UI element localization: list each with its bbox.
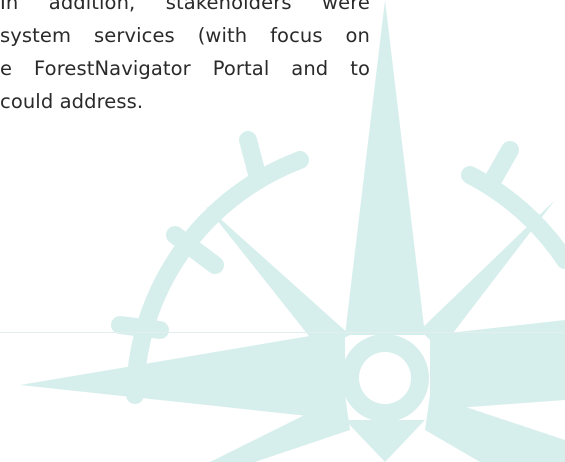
paragraph-line: In addition, stakeholders were (0, 0, 370, 14)
document-page: In addition, stakeholders were system se… (0, 0, 565, 462)
paragraph-line: system services (with focus on (0, 24, 370, 47)
section-divider (0, 332, 565, 333)
paragraph-line: could address. (0, 90, 144, 113)
paragraph-line: e ForestNavigator Portal and to (0, 57, 370, 80)
body-paragraph: In addition, stakeholders were system se… (0, 0, 370, 118)
